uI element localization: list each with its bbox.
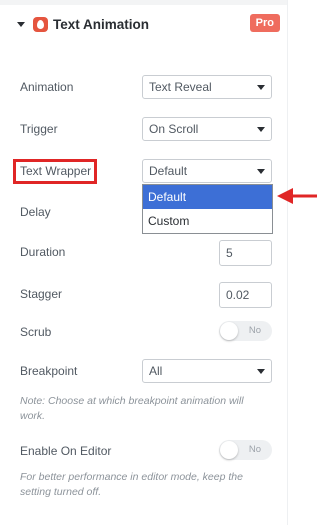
dropdown-option-custom[interactable]: Custom (143, 209, 272, 233)
chevron-down-icon (257, 369, 265, 374)
animation-select-value: Text Reveal (149, 80, 212, 94)
text-wrapper-select[interactable]: Default (142, 159, 272, 183)
chevron-down-icon (257, 85, 265, 90)
duration-input[interactable]: 5 (219, 240, 272, 266)
delay-label: Delay (20, 205, 51, 219)
toggle-knob (220, 441, 238, 459)
chevron-down-icon (257, 127, 265, 132)
trigger-select[interactable]: On Scroll (142, 117, 272, 141)
breakpoint-select-value: All (149, 364, 163, 378)
breakpoint-select[interactable]: All (142, 359, 272, 383)
enable-on-editor-label: Enable On Editor (20, 444, 112, 458)
breakpoint-row: Breakpoint All (20, 359, 272, 383)
text-wrapper-select-value: Default (149, 164, 188, 178)
stagger-input[interactable]: 0.02 (219, 282, 272, 308)
pro-badge: Pro (249, 14, 280, 32)
scrub-toggle[interactable]: No (219, 321, 272, 341)
section-title: Text Animation (53, 16, 150, 32)
section-header-text-animation[interactable]: Text Animation Pro (17, 12, 280, 36)
trigger-row: Trigger On Scroll (20, 117, 272, 141)
caret-down-icon (17, 21, 25, 27)
text-wrapper-highlight-box (13, 159, 97, 184)
toggle-knob (220, 322, 238, 340)
stagger-row: Stagger 0.02 (20, 282, 272, 308)
trigger-select-value: On Scroll (149, 122, 199, 136)
breakpoint-label: Breakpoint (20, 364, 78, 378)
animation-select[interactable]: Text Reveal (142, 75, 272, 99)
trigger-label: Trigger (20, 122, 58, 136)
text-wrapper-dropdown-list: Default Custom (142, 184, 273, 234)
top-divider (0, 0, 287, 5)
animation-row: Animation Text Reveal (20, 75, 272, 99)
animation-label: Animation (20, 80, 74, 94)
duration-row: Duration 5 (20, 240, 272, 266)
enable-on-editor-toggle[interactable]: No (219, 440, 272, 460)
toggle-state-text: No (248, 444, 261, 455)
text-animation-panel: Text Animation Pro Animation Text Reveal… (0, 0, 317, 525)
chevron-down-icon (257, 169, 265, 174)
annotation-arrow-icon (277, 188, 317, 204)
duration-label: Duration (20, 245, 66, 259)
enable-on-editor-row: Enable On Editor No (20, 439, 272, 463)
panel-gutter (287, 0, 317, 525)
brand-logo-icon (33, 16, 48, 32)
stagger-label: Stagger (20, 287, 63, 301)
editor-performance-note: For better performance in editor mode, k… (20, 471, 243, 498)
dropdown-option-default[interactable]: Default (143, 185, 272, 209)
scrub-label: Scrub (20, 325, 52, 339)
breakpoint-note: Note: Choose at which breakpoint animati… (20, 395, 244, 422)
scrub-row: Scrub No (20, 320, 272, 344)
toggle-state-text: No (248, 325, 261, 336)
